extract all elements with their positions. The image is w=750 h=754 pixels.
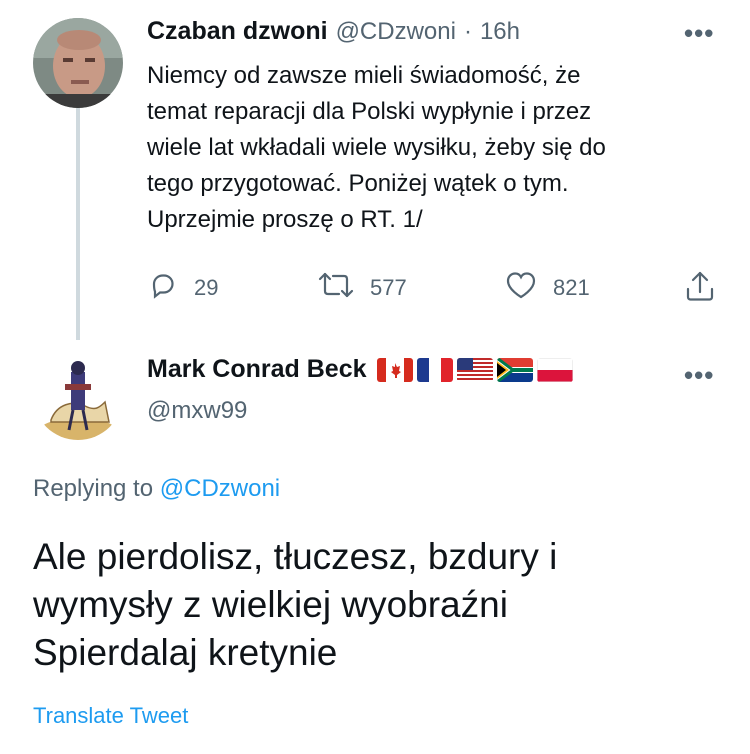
- thread-line: [76, 108, 80, 340]
- south-africa-flag: [496, 357, 533, 382]
- poland-flag: [536, 357, 573, 382]
- author-name[interactable]: Czaban dzwoni: [147, 17, 328, 46]
- share-icon[interactable]: [685, 270, 715, 307]
- more-options-icon[interactable]: •••: [684, 18, 714, 49]
- replying-prefix: Replying to: [33, 475, 154, 502]
- flag-list: [375, 357, 573, 382]
- author-handle[interactable]: @mxw99: [147, 397, 247, 425]
- like-button[interactable]: 821: [505, 270, 590, 306]
- france-flag: [416, 357, 453, 382]
- avatar-mxw99[interactable]: [33, 350, 123, 440]
- tweet2-header: Mark Conrad Beck: [147, 355, 573, 384]
- canada-flag: [376, 357, 413, 382]
- reply-button[interactable]: 29: [148, 270, 218, 306]
- avatar-czaban[interactable]: [33, 18, 123, 108]
- heart-icon: [505, 270, 537, 306]
- reply-icon: [148, 270, 178, 306]
- tweet2-text: Ale pierdolisz, tłuczesz, bzdury i wymys…: [33, 536, 558, 673]
- replying-to: Replying to @CDzwoni: [33, 475, 280, 503]
- translate-tweet-link[interactable]: Translate Tweet: [33, 703, 188, 729]
- separator-dot: ·: [463, 18, 472, 45]
- more-options-icon[interactable]: •••: [684, 360, 714, 391]
- usa-flag: [456, 357, 493, 382]
- retweet-button[interactable]: 577: [318, 270, 407, 306]
- tweet1-text: Niemcy od zawsze mieli świadomość, że te…: [147, 62, 606, 233]
- author-handle[interactable]: @CDzwoni: [336, 18, 456, 46]
- tweet-time[interactable]: 16h: [480, 18, 520, 46]
- retweet-icon: [318, 270, 354, 306]
- retweet-count: 577: [370, 275, 407, 300]
- replying-handle-link[interactable]: @CDzwoni: [160, 475, 280, 502]
- author-name[interactable]: Mark Conrad Beck: [147, 355, 367, 384]
- reply-count: 29: [194, 275, 219, 300]
- tweet1-header: Czaban dzwoni @CDzwoni · 16h: [147, 17, 520, 49]
- like-count: 821: [553, 275, 590, 300]
